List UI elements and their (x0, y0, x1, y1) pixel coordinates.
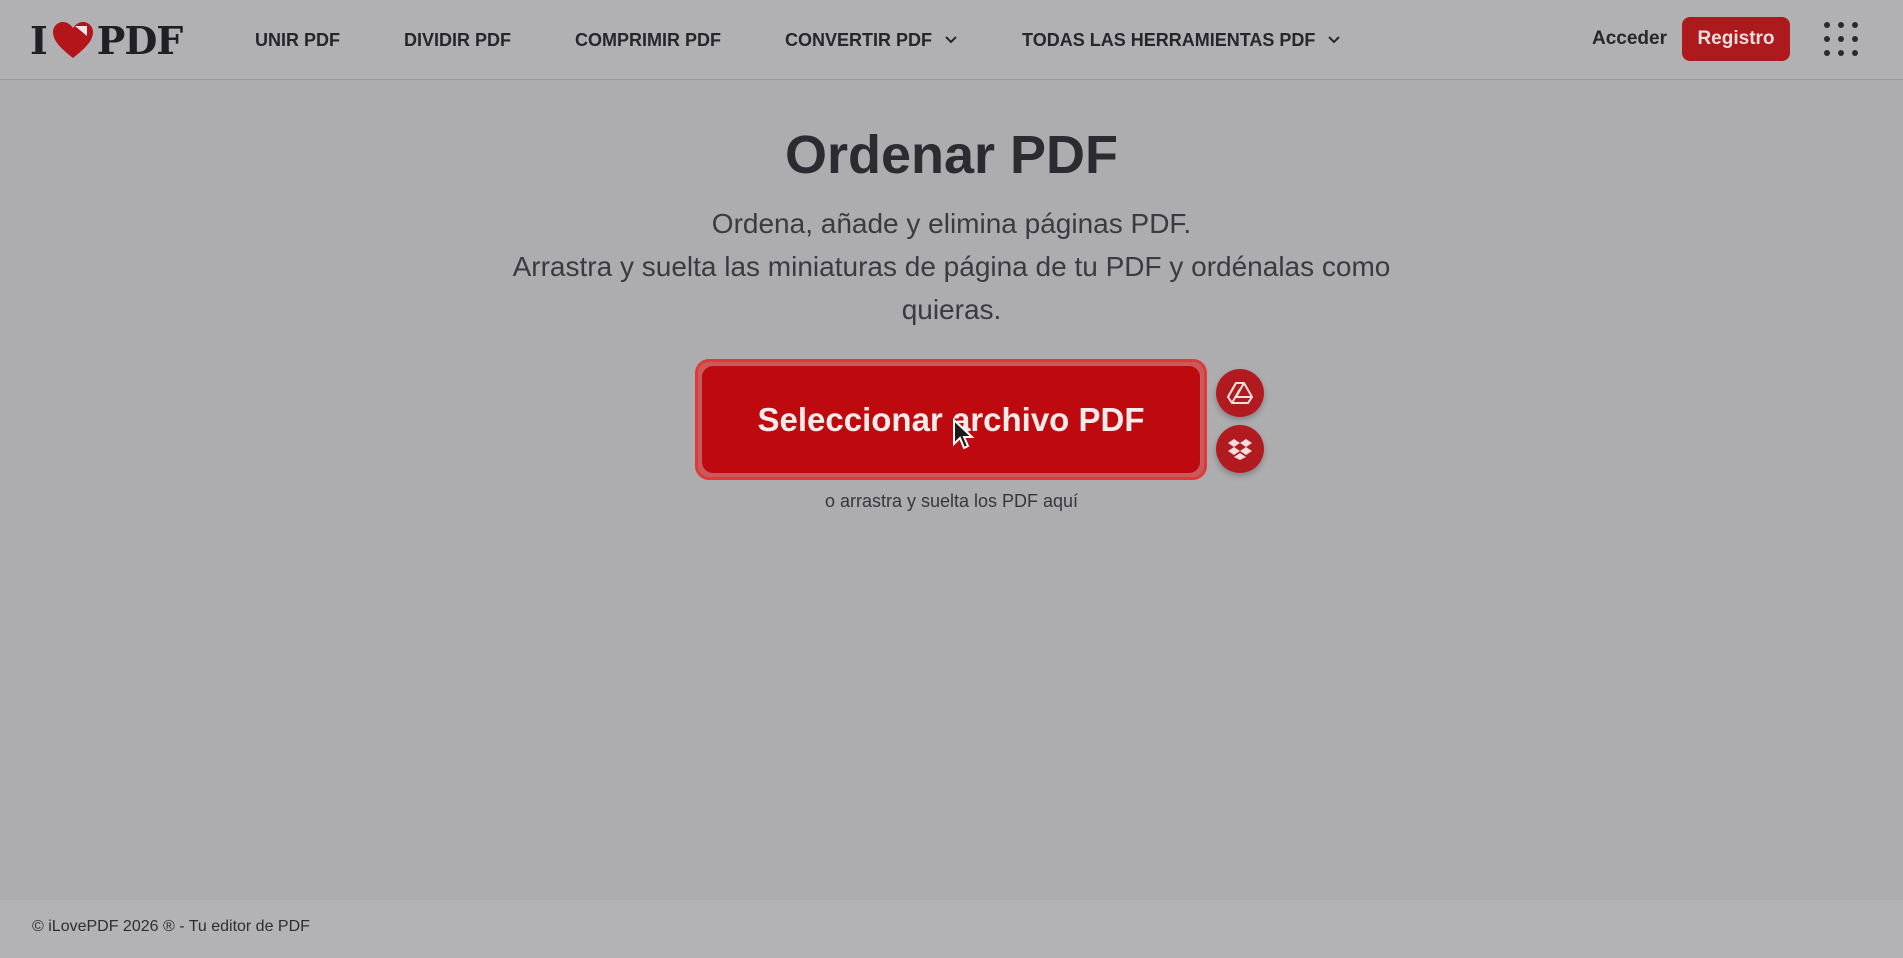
google-drive-icon (1227, 382, 1253, 404)
page-title: Ordenar PDF (784, 125, 1119, 185)
nav-dividir-pdf[interactable]: DIVIDIR PDF (404, 30, 511, 51)
nav-label: UNIR PDF (255, 29, 340, 50)
nav-label: DIVIDIR PDF (404, 29, 512, 50)
register-button[interactable]: Registro (1682, 17, 1790, 61)
logo-text-i: I (30, 17, 48, 63)
nav-convertir-pdf[interactable]: CONVERTIR PDF (785, 30, 958, 51)
subtitle-line-2: Arrastra y suelta las miniaturas de pági… (512, 251, 1391, 325)
nav-todas-herramientas[interactable]: TODAS LAS HERRAMIENTAS PDF (1022, 30, 1341, 51)
page-subtitle: Ordena, añade y elimina páginas PDF. Arr… (460, 202, 1443, 331)
dropbox-icon (1228, 439, 1252, 460)
select-pdf-button[interactable]: Seleccionar archivo PDF (702, 366, 1200, 473)
chevron-down-icon (945, 36, 957, 44)
drop-hint-text: o arrastra y suelta los PDF aquí (824, 491, 1079, 511)
grid-icon[interactable] (1824, 22, 1858, 56)
main-nav: UNIR PDF DIVIDIR PDF COMPRIMIR PDF CONVE… (255, 0, 1405, 80)
nav-comprimir-pdf[interactable]: COMPRIMIR PDF (575, 30, 721, 51)
mouse-cursor-icon (953, 418, 975, 450)
nav-label: TODAS LAS HERRAMIENTAS PDF (1022, 29, 1316, 50)
copyright-text: © iLovePDF 2026 ® - Tu editor de PDF (32, 918, 310, 935)
ilovepdf-logo[interactable]: I PDF (30, 17, 184, 63)
subtitle-line-1: Ordena, añade y elimina páginas PDF. (711, 208, 1192, 239)
heart-icon (52, 22, 93, 58)
top-header: I PDF UNIR PDF DIVIDIR PDF COMPRIMIR PDF… (0, 0, 1903, 80)
nav-label: COMPRIMIR PDF (575, 29, 722, 50)
login-link[interactable]: Acceder (1592, 28, 1667, 50)
chevron-down-icon (1328, 36, 1341, 44)
dropbox-button[interactable] (1216, 425, 1264, 473)
logo-text-pdf: PDF (96, 17, 184, 63)
nav-label: CONVERTIR PDF (785, 29, 933, 50)
google-drive-button[interactable] (1216, 369, 1264, 417)
nav-unir-pdf[interactable]: UNIR PDF (255, 30, 340, 51)
select-file-focus-ring: Seleccionar archivo PDF (695, 359, 1207, 480)
page-footer: © iLovePDF 2026 ® - Tu editor de PDF (0, 900, 1903, 958)
